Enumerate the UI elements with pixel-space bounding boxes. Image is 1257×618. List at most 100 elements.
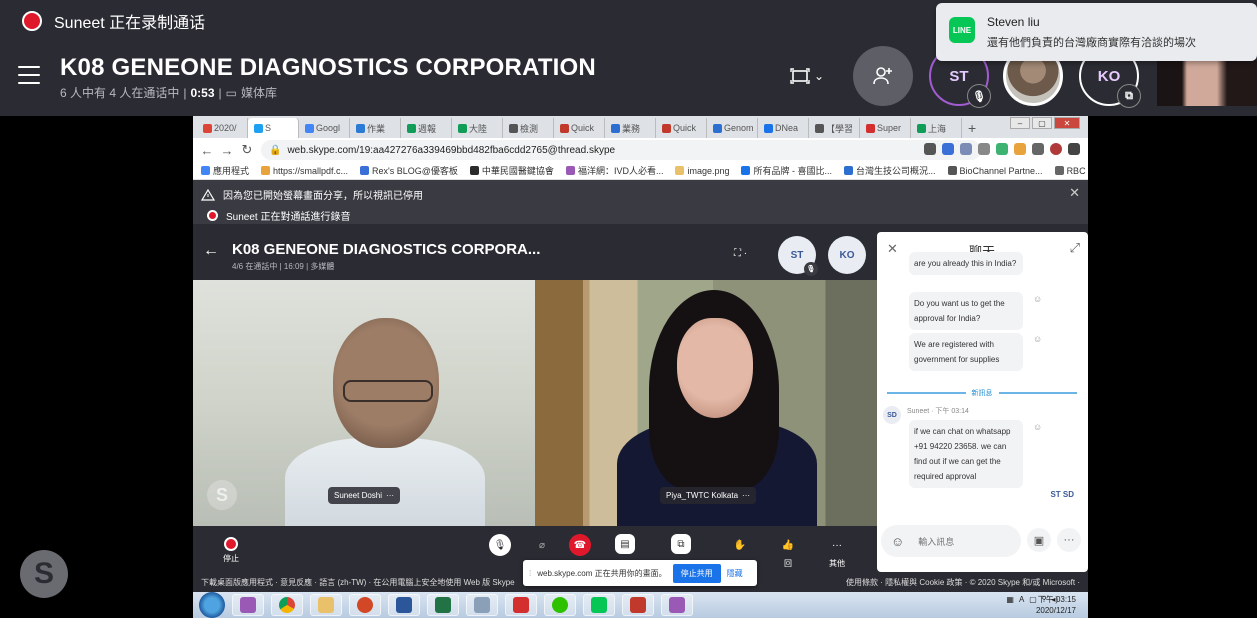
- taskbar-word-icon[interactable]: [232, 594, 264, 616]
- taskbar-powerpoint-icon[interactable]: [349, 594, 381, 616]
- browser-tab[interactable]: 業務: [605, 118, 656, 138]
- browser-tab[interactable]: 【學習: [809, 118, 860, 138]
- new-tab-icon[interactable]: +: [968, 118, 976, 138]
- raise-hand-button[interactable]: ✋: [729, 534, 751, 556]
- self-video-thumbnail[interactable]: [1157, 60, 1257, 106]
- hang-up-icon: ☎: [569, 534, 591, 556]
- system-clock[interactable]: 下午 03:15 2020/12/17: [1036, 594, 1076, 616]
- browser-tab[interactable]: Genom: [707, 118, 758, 138]
- react-button[interactable]: 👍 回: [777, 534, 799, 569]
- browser-tab[interactable]: Googl: [299, 118, 350, 138]
- browser-tab[interactable]: Quick: [554, 118, 605, 138]
- bookmarks-bar: 應用程式 https://smallpdf.c... Rex's BLOG@優客板中…: [193, 162, 1088, 180]
- bookmark-item[interactable]: BioChannel Partne...: [947, 166, 1043, 176]
- mic-button[interactable]: 🎙: [489, 534, 511, 556]
- url-field[interactable]: 🔒 web.skype.com/19:aa427276a339469bbd482…: [261, 140, 981, 160]
- more-icon[interactable]: ···: [386, 491, 394, 500]
- start-button[interactable]: [199, 592, 225, 618]
- more-icon[interactable]: ···: [1057, 528, 1081, 552]
- participant-avatar-ko[interactable]: KO: [828, 236, 866, 274]
- read-receipts: ST SD: [1050, 490, 1074, 499]
- tray-icon[interactable]: ▦: [1006, 595, 1014, 604]
- message-input[interactable]: ☺ 輸入訊息: [881, 525, 1021, 557]
- participant-video-piya[interactable]: Piya_TWTC Kolkata ···: [535, 280, 877, 526]
- close-icon[interactable]: ✕: [1054, 117, 1080, 129]
- emoji-icon[interactable]: ☺: [891, 534, 904, 549]
- more-icon[interactable]: ···: [742, 491, 750, 500]
- taskbar-excel-icon[interactable]: [427, 594, 459, 616]
- bookmark-item[interactable]: Rex's BLOG@優客板: [360, 164, 458, 177]
- media-gallery-link[interactable]: 媒体库: [241, 84, 277, 101]
- camera-button[interactable]: ⌀: [531, 534, 553, 556]
- bookmark-item[interactable]: https://smallpdf.c...: [261, 166, 348, 176]
- hide-banner-button[interactable]: 隱藏: [727, 568, 743, 579]
- address-bar: ← → ↻ 🔒 web.skype.com/19:aa427276a339469…: [193, 138, 1088, 162]
- minimize-icon[interactable]: –: [1010, 117, 1030, 129]
- attach-icon[interactable]: ▣: [1027, 528, 1051, 552]
- chat-button[interactable]: ▤: [615, 534, 635, 554]
- forward-icon[interactable]: →: [217, 143, 237, 158]
- chat-panel: ✕ 聊天 ⤢ are you already this in India? Do…: [877, 232, 1088, 572]
- taskbar-word-icon[interactable]: [661, 594, 693, 616]
- emoji-react-icon[interactable]: ☺: [1033, 294, 1042, 304]
- bookmark-item[interactable]: 應用程式: [201, 164, 249, 177]
- browser-tab[interactable]: 週報: [401, 118, 452, 138]
- close-icon[interactable]: ✕: [1069, 185, 1080, 201]
- back-arrow-icon[interactable]: ←: [203, 242, 219, 260]
- browser-tab[interactable]: DNea: [758, 118, 809, 138]
- line-notification[interactable]: LINE Steven liu 還有他們負責的台灣廠商實際有洽談的場次: [936, 3, 1257, 61]
- taskbar-calculator-icon[interactable]: [466, 594, 498, 616]
- menu-icon[interactable]: [18, 66, 40, 84]
- participant-avatar-st[interactable]: ST 🎙: [778, 236, 818, 276]
- call-duration: 0:53: [190, 85, 215, 100]
- taskbar-word-doc-icon[interactable]: [388, 594, 420, 616]
- bookmark-item[interactable]: RBC: [1054, 166, 1086, 176]
- browser-tab[interactable]: 檢測: [503, 118, 554, 138]
- bookmark-item[interactable]: 福洋網：IVD人必看...: [565, 164, 663, 177]
- close-icon[interactable]: ✕: [887, 241, 898, 257]
- bookmark-item[interactable]: 中華民國醫鍵協會: [469, 164, 554, 177]
- browser-tab[interactable]: 上海: [911, 118, 962, 138]
- emoji-react-icon[interactable]: ☺: [1033, 422, 1042, 432]
- browser-tab[interactable]: 作業: [350, 118, 401, 138]
- add-participant-button[interactable]: [853, 46, 913, 106]
- layout-button[interactable]: ⌄: [790, 66, 826, 86]
- record-icon: [207, 210, 218, 221]
- stop-recording-button[interactable]: 停止: [223, 534, 239, 564]
- tray-icon[interactable]: A: [1019, 595, 1024, 604]
- drag-handle-icon[interactable]: ⁞: [529, 569, 531, 578]
- back-icon[interactable]: ←: [197, 143, 217, 158]
- taskbar-folder-icon[interactable]: [310, 594, 342, 616]
- shield-icon: [978, 143, 990, 155]
- bookmark-item[interactable]: 台灣生技公司概況...: [843, 164, 936, 177]
- browser-tab[interactable]: Super: [860, 118, 911, 138]
- tab-favicon-icon: [764, 123, 773, 133]
- browser-tab[interactable]: 大陸: [452, 118, 503, 138]
- skype-logo-icon: S: [20, 550, 68, 598]
- emoji-react-icon[interactable]: ☺: [1033, 334, 1042, 344]
- taskbar-wechat-icon[interactable]: [544, 594, 576, 616]
- reload-icon[interactable]: ↻: [237, 142, 257, 158]
- share-screen-button[interactable]: ⧉: [671, 534, 691, 554]
- layout-icon[interactable]: ⛶ ·: [734, 248, 747, 259]
- browser-tab[interactable]: S: [248, 118, 299, 138]
- browser-tab[interactable]: 2020/: [197, 118, 248, 138]
- tab-favicon-icon: [815, 123, 824, 133]
- expand-icon[interactable]: ⤢: [1070, 240, 1080, 256]
- tab-favicon-icon: [713, 123, 722, 133]
- call-subtitle: 6 人中有 4 人在通话中 | 0:53 | ▭ 媒体库: [60, 84, 277, 101]
- maximize-icon[interactable]: ▢: [1032, 117, 1052, 129]
- taskbar-acrobat-icon[interactable]: [505, 594, 537, 616]
- taskbar-line-icon[interactable]: [583, 594, 615, 616]
- hang-up-button[interactable]: ☎: [569, 534, 591, 556]
- taskbar-chrome-icon[interactable]: [271, 594, 303, 616]
- bookmark-item[interactable]: 所有品牌 - 喜國比...: [741, 164, 832, 177]
- stop-sharing-button[interactable]: 停止共用: [672, 563, 721, 583]
- more-icon: ···: [832, 539, 842, 551]
- participant-name-tag: Suneet Doshi ···: [328, 487, 401, 504]
- taskbar-snipping-icon[interactable]: [622, 594, 654, 616]
- browser-tab[interactable]: Quick: [656, 118, 707, 138]
- more-options-button[interactable]: ··· 其他: [826, 534, 848, 569]
- participant-video-suneet[interactable]: S Suneet Doshi ···: [193, 280, 535, 526]
- bookmark-item[interactable]: image.png: [675, 166, 729, 176]
